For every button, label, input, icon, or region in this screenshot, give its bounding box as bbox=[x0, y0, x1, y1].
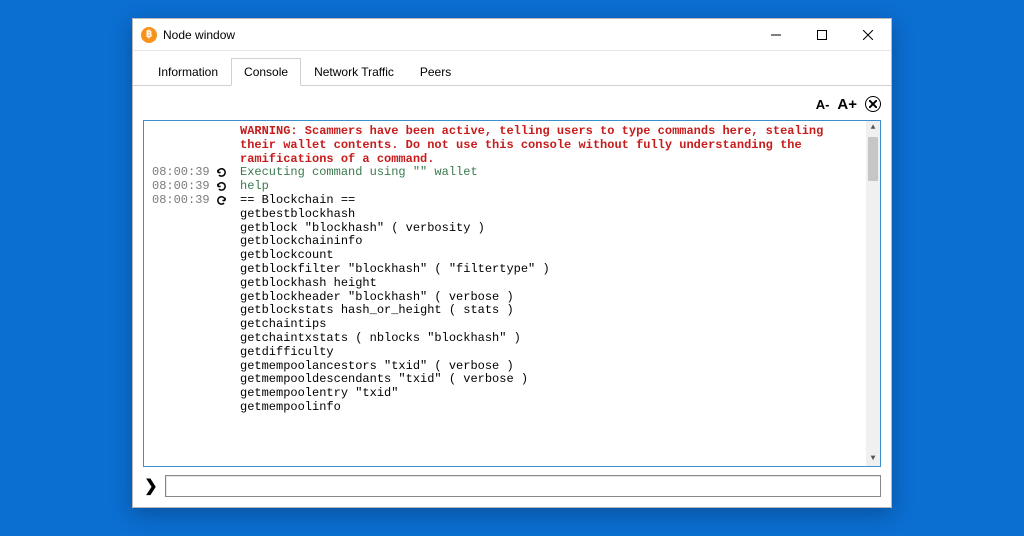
scroll-down-icon[interactable]: ▼ bbox=[866, 452, 880, 466]
console-text: == Blockchain == getbestblockhash getblo… bbox=[240, 194, 862, 415]
scrollbar[interactable]: ▲ ▼ bbox=[866, 121, 880, 466]
tab-information[interactable]: Information bbox=[145, 58, 231, 86]
reply-in-icon bbox=[216, 194, 240, 206]
tab-content: A- A+ WARNING: Scammers have been active… bbox=[133, 86, 891, 507]
console-text: help bbox=[240, 180, 862, 194]
timestamp: 08:00:39 bbox=[148, 194, 216, 208]
clear-console-button[interactable] bbox=[865, 96, 881, 112]
close-button[interactable] bbox=[845, 19, 891, 51]
console-output[interactable]: WARNING: Scammers have been active, tell… bbox=[143, 120, 881, 467]
tab-peers[interactable]: Peers bbox=[407, 58, 464, 86]
console-line: WARNING: Scammers have been active, tell… bbox=[148, 125, 862, 166]
maximize-button[interactable] bbox=[799, 19, 845, 51]
font-decrease-button[interactable]: A- bbox=[816, 97, 830, 112]
bitcoin-icon: ฿ bbox=[141, 27, 157, 43]
window-title: Node window bbox=[163, 28, 235, 42]
console-line: 08:00:39 Executing command using "" wall… bbox=[148, 166, 862, 180]
tab-network-traffic[interactable]: Network Traffic bbox=[301, 58, 407, 86]
console-text: Executing command using "" wallet bbox=[240, 166, 862, 180]
font-increase-button[interactable]: A+ bbox=[837, 96, 857, 113]
minimize-button[interactable] bbox=[753, 19, 799, 51]
console-line: 08:00:39 help bbox=[148, 180, 862, 194]
node-window: ฿ Node window Information Console Networ… bbox=[132, 18, 892, 508]
titlebar[interactable]: ฿ Node window bbox=[133, 19, 891, 51]
console-toolbar: A- A+ bbox=[143, 92, 881, 116]
refresh-icon bbox=[216, 180, 240, 192]
timestamp: 08:00:39 bbox=[148, 166, 216, 180]
scroll-up-icon[interactable]: ▲ bbox=[866, 121, 880, 135]
command-row: ❯ bbox=[143, 475, 881, 497]
window-controls bbox=[753, 19, 891, 51]
command-input[interactable] bbox=[165, 475, 881, 497]
refresh-icon bbox=[216, 166, 240, 178]
prompt-icon: ❯ bbox=[143, 476, 159, 496]
close-icon bbox=[869, 100, 877, 108]
warning-text: WARNING: Scammers have been active, tell… bbox=[240, 125, 862, 166]
console-inner: WARNING: Scammers have been active, tell… bbox=[144, 121, 866, 466]
tab-console[interactable]: Console bbox=[231, 58, 301, 86]
line-icon bbox=[216, 125, 240, 126]
scroll-thumb[interactable] bbox=[868, 137, 878, 181]
timestamp: 08:00:39 bbox=[148, 180, 216, 194]
tabs: Information Console Network Traffic Peer… bbox=[133, 57, 891, 86]
console-line: 08:00:39 == Blockchain == getbestblockha… bbox=[148, 194, 862, 415]
